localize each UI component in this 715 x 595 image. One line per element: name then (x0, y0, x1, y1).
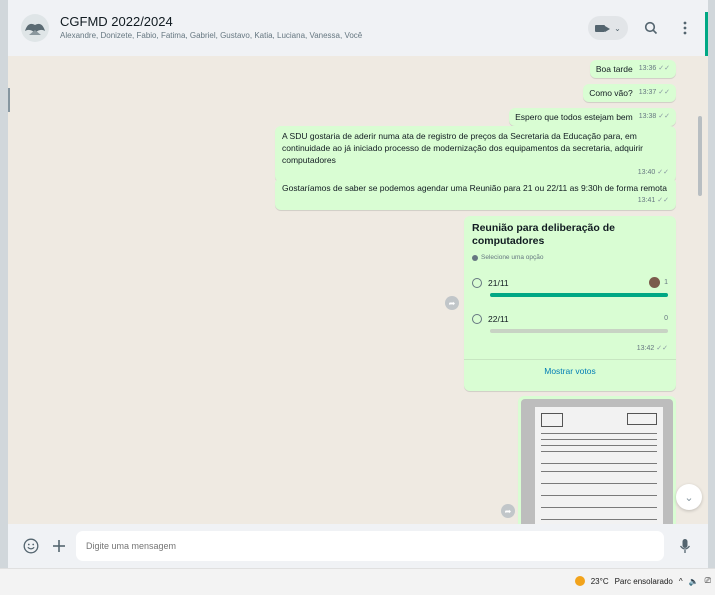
poll-vote-count: 0 (664, 315, 668, 322)
group-avatar[interactable] (20, 13, 50, 43)
document-line (541, 439, 657, 440)
read-receipt-icon: ✓✓ (657, 197, 669, 204)
message-list[interactable]: Boa tarde 13:36 ✓✓ Como vão? 13:37 ✓✓ Espe… (8, 56, 708, 531)
group-logo-icon (21, 14, 49, 42)
read-receipt-icon: ✓✓ (657, 169, 669, 176)
document-logo (541, 413, 563, 427)
message-time: 13:42 (636, 345, 655, 352)
network-icon[interactable]: ⎚ (705, 576, 711, 586)
message-meta: 13:41 ✓✓ (282, 195, 669, 207)
poll-vote-count: 1 (664, 279, 668, 286)
chevron-down-icon: ⌄ (684, 491, 694, 504)
group-members: Alexandre, Donizete, Fabio, Fatima, Gabr… (60, 31, 363, 40)
search-button[interactable] (640, 17, 662, 39)
forward-icon: ➦ (504, 506, 512, 516)
read-receipt-icon: ✓✓ (658, 89, 670, 96)
poll-radio[interactable] (472, 314, 482, 324)
message-bubble[interactable]: A SDU gostaria de aderir numa ata de reg… (275, 126, 676, 182)
show-votes-button[interactable]: Mostrar votos (464, 366, 676, 376)
system-tray: 23°C Parc ensolarado ^ 🔈 ⎚ (574, 576, 711, 586)
poll-option-label: 22/11 (488, 314, 509, 324)
poll-radio[interactable] (472, 278, 482, 288)
message-text: Gostaríamos de saber se podemos agendar … (282, 183, 667, 193)
message-bubble[interactable]: Como vão? 13:37 ✓✓ (583, 84, 676, 102)
read-receipt-icon: ✓✓ (658, 65, 670, 72)
menu-button[interactable] (674, 17, 696, 39)
whatsapp-window: CGFMD 2022/2024 Alexandre, Donizete, Fab… (8, 0, 708, 568)
attach-button[interactable] (48, 535, 70, 557)
check-circle-icon (472, 254, 478, 261)
message-time: 13:37 (638, 89, 657, 96)
document-stamp-box (627, 413, 657, 425)
poll-option-label: 21/11 (488, 278, 509, 288)
document-line (541, 483, 657, 484)
message-meta: 13:37 ✓✓ (639, 87, 670, 99)
message-time: 13:38 (638, 113, 657, 120)
message-time: 13:40 (637, 169, 656, 176)
poll-question: Reunião para deliberação de computadores (472, 222, 615, 247)
weather-icon[interactable] (574, 576, 585, 586)
emoji-icon (23, 538, 39, 554)
composer-bar (8, 524, 708, 568)
message-text: A SDU gostaria de aderir numa ata de reg… (282, 131, 644, 165)
poll-progress-track (490, 329, 668, 333)
poll-message[interactable]: Reunião para deliberação de computadores… (464, 216, 676, 391)
document-photo[interactable] (521, 399, 673, 528)
scrollbar-thumb[interactable] (698, 116, 702, 196)
window-edge-marker (8, 88, 10, 112)
document-line (541, 463, 657, 464)
document-line (541, 507, 657, 508)
message-meta: 13:38 ✓✓ (639, 111, 670, 123)
accent-edge (705, 12, 708, 56)
message-text: Espero que todos estejam bem (515, 112, 633, 122)
read-receipt-icon: ✓✓ (656, 345, 668, 352)
volume-icon[interactable]: 🔈 (689, 577, 699, 586)
document-line (541, 471, 657, 472)
search-icon (644, 21, 658, 35)
message-text: Como vão? (589, 88, 633, 98)
message-bubble[interactable]: Espero que todos estejam bem 13:38 ✓✓ (509, 108, 676, 126)
read-receipt-icon: ✓✓ (658, 113, 670, 120)
message-bubble[interactable]: Gostaríamos de saber se podemos agendar … (275, 178, 676, 210)
document-line (541, 445, 657, 446)
chevron-down-icon: ⌄ (614, 23, 621, 33)
windows-taskbar: 23°C Parc ensolarado ^ 🔈 ⎚ (0, 568, 715, 595)
voter-avatar[interactable] (649, 277, 660, 288)
document-line (541, 451, 657, 452)
video-call-button[interactable]: ⌄ (588, 16, 628, 40)
message-meta: 13:36 ✓✓ (639, 63, 670, 75)
forward-icon: ➦ (448, 298, 456, 308)
plus-icon (53, 540, 65, 552)
forward-button[interactable]: ➦ (445, 296, 459, 310)
scroll-to-bottom-button[interactable]: ⌄ (676, 484, 702, 510)
weather-temperature[interactable]: 23°C (591, 577, 609, 586)
message-bubble[interactable]: Boa tarde 13:36 ✓✓ (589, 60, 676, 78)
forward-button[interactable]: ➦ (501, 504, 515, 518)
message-time: 13:36 (638, 65, 657, 72)
document-line (541, 495, 657, 496)
weather-description[interactable]: Parc ensolarado (615, 577, 673, 586)
image-message[interactable] (518, 396, 676, 531)
message-input[interactable] (76, 531, 664, 561)
poll-progress-fill (490, 293, 668, 297)
chat-header[interactable]: CGFMD 2022/2024 Alexandre, Donizete, Fab… (8, 0, 708, 56)
microphone-icon (679, 539, 691, 553)
divider (464, 359, 676, 360)
poll-instruction: Selecione uma opção (472, 254, 544, 261)
message-time: 13:41 (637, 197, 656, 204)
chat-title[interactable]: CGFMD 2022/2024 (60, 14, 588, 30)
document-line (541, 519, 657, 520)
message-meta: 13:42 ✓✓ (637, 344, 668, 352)
chevron-up-icon[interactable]: ^ (679, 577, 683, 586)
emoji-button[interactable] (20, 535, 42, 557)
document-line (541, 433, 657, 434)
poll-progress-track (490, 293, 668, 297)
more-options-icon (683, 21, 687, 35)
video-camera-icon (595, 24, 611, 32)
poll-instruction-text: Selecione uma opção (481, 254, 544, 261)
document-page (535, 407, 663, 528)
voice-message-button[interactable] (674, 535, 696, 557)
message-text: Boa tarde (595, 64, 633, 74)
